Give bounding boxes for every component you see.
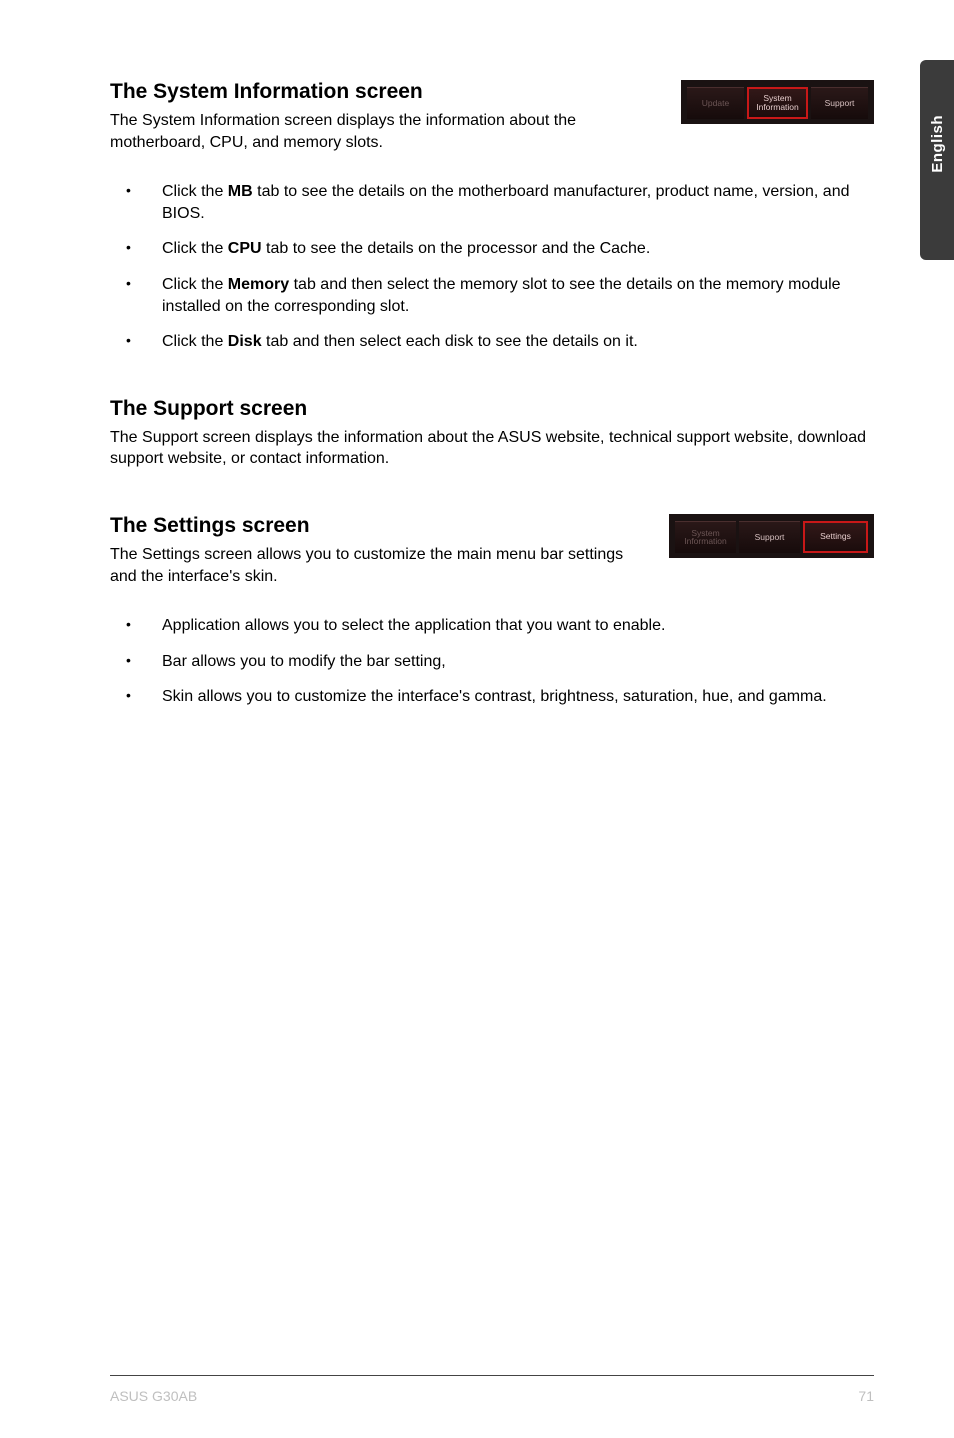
list-item: Bar allows you to modify the bar setting… (138, 651, 874, 673)
settings-tab-row: System Information Support Settings (675, 521, 868, 553)
bullet-bold: MB (228, 183, 253, 200)
tab-support-label: Support (825, 99, 855, 108)
tab-update[interactable]: Update (687, 87, 744, 119)
desc-system-information: The System Information screen displays t… (110, 110, 663, 153)
footer: ASUS G30AB 71 (110, 1388, 874, 1404)
bullet-text: tab to see the details on the motherboar… (162, 183, 850, 222)
tab-system-information-2[interactable]: System Information (675, 521, 736, 553)
section-settings: The Settings screen The Settings screen … (110, 514, 874, 708)
settings-header-row: The Settings screen The Settings screen … (110, 514, 874, 587)
list-item: Click the MB tab to see the details on t… (138, 181, 874, 224)
settings-tab-image: System Information Support Settings (669, 514, 874, 558)
tab-system-information-2-label: System Information (684, 529, 727, 547)
list-item: Click the Disk tab and then select each … (138, 331, 874, 353)
list-item: Application allows you to select the app… (138, 615, 874, 637)
bullet-bold: Disk (228, 333, 262, 350)
bullet-text: tab and then select each disk to see the… (262, 333, 638, 350)
bullet-text: Click the (162, 240, 228, 257)
sysinfo-bullets: Click the MB tab to see the details on t… (110, 181, 874, 353)
footer-rule (110, 1375, 874, 1376)
bullet-bold: Memory (228, 276, 289, 293)
tab-system-information[interactable]: System Information (747, 87, 808, 119)
sysinfo-text: The System Information screen The System… (110, 80, 663, 153)
section-system-information: The System Information screen The System… (110, 80, 874, 353)
desc-support: The Support screen displays the informat… (110, 427, 874, 470)
tab-support-2-label: Support (755, 533, 785, 542)
footer-product: ASUS G30AB (110, 1388, 197, 1404)
tab-support[interactable]: Support (811, 87, 868, 119)
heading-support: The Support screen (110, 397, 874, 421)
desc-settings: The Settings screen allows you to custom… (110, 544, 651, 587)
settings-bullets: Application allows you to select the app… (110, 615, 874, 708)
settings-text: The Settings screen The Settings screen … (110, 514, 651, 587)
tab-settings[interactable]: Settings (803, 521, 868, 553)
tab-support-2[interactable]: Support (739, 521, 800, 553)
page: English The System Information screen Th… (0, 0, 954, 1438)
list-item: Click the CPU tab to see the details on … (138, 238, 874, 260)
bullet-text: Click the (162, 183, 228, 200)
sysinfo-tab-image: Update System Information Support (681, 80, 874, 124)
language-label: English (929, 115, 946, 173)
list-item: Click the Memory tab and then select the… (138, 274, 874, 317)
tab-system-information-label: System Information (756, 94, 799, 112)
sysinfo-tab-row: Update System Information Support (687, 87, 868, 119)
heading-settings: The Settings screen (110, 514, 651, 538)
sysinfo-header-row: The System Information screen The System… (110, 80, 874, 153)
list-item: Skin allows you to customize the interfa… (138, 686, 874, 708)
footer-page-number: 71 (858, 1388, 874, 1404)
bullet-text: Click the (162, 333, 228, 350)
tab-settings-label: Settings (820, 532, 851, 541)
bullet-bold: CPU (228, 240, 262, 257)
section-support: The Support screen The Support screen di… (110, 397, 874, 470)
language-tab[interactable]: English (920, 60, 954, 260)
heading-system-information: The System Information screen (110, 80, 663, 104)
bullet-text: tab to see the details on the processor … (262, 240, 651, 257)
tab-update-label: Update (702, 99, 729, 108)
bullet-text: Click the (162, 276, 228, 293)
